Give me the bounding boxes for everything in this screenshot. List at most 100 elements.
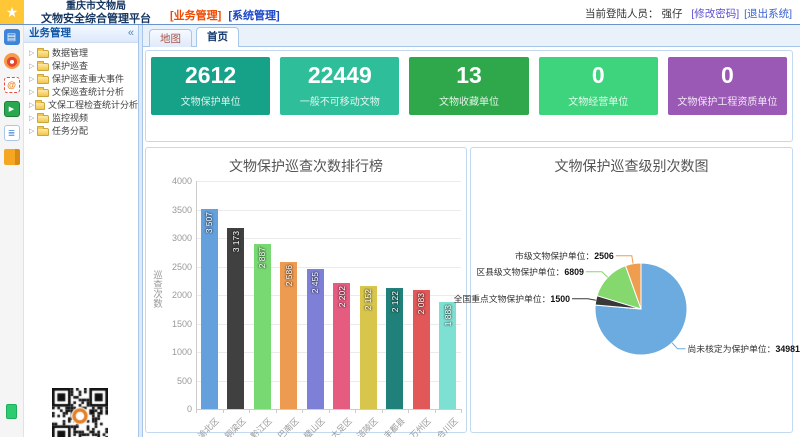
x-tick-mark bbox=[302, 409, 303, 413]
bar-value-label: 3 507 bbox=[204, 212, 214, 233]
bar-value-label: 2 083 bbox=[416, 293, 426, 314]
tree-item-label: 文保工程检查统计分析 bbox=[48, 99, 138, 112]
stat-card-1: 22449 一般不可移动文物 bbox=[280, 57, 399, 115]
stat-card-3: 0文物经营单位 bbox=[539, 57, 658, 115]
bar-涪陵区: 2 152 bbox=[360, 286, 377, 409]
app-logo: ★ bbox=[0, 0, 24, 24]
stat-label: 文物收藏单位 bbox=[409, 93, 528, 108]
weibo-icon[interactable] bbox=[4, 53, 20, 69]
tree-expander-icon[interactable]: ▷ bbox=[29, 47, 37, 60]
pie-chart: 尚未核定为保护单位：34981全国重点文物保护单位：1500区县级文物保护单位：… bbox=[471, 148, 794, 434]
folder-icon bbox=[35, 102, 45, 110]
user-info: 当前登陆人员： 强仔 [修改密码] [退出系统] bbox=[585, 6, 792, 21]
sidebar-item-2[interactable]: ▷ 保护巡查重大事件 bbox=[29, 73, 138, 86]
y-axis-tick: 0 bbox=[154, 404, 192, 414]
page-title: 文物安全综合管理平台 bbox=[28, 14, 164, 25]
bar-大足区: 2 202 bbox=[333, 283, 350, 409]
video-icon[interactable]: ▶ bbox=[4, 101, 20, 117]
stat-card-0: 2612文物保护单位 bbox=[151, 57, 270, 115]
bar-璧山区: 2 455 bbox=[307, 269, 324, 409]
stat-value: 22449 bbox=[280, 62, 399, 90]
x-tick-mark bbox=[196, 409, 197, 413]
y-axis-tick: 2000 bbox=[154, 290, 192, 300]
stat-label: 一般不可移动文物 bbox=[280, 93, 399, 108]
bar-value-label: 2 202 bbox=[337, 286, 347, 307]
tree-expander-icon[interactable]: ▷ bbox=[29, 125, 37, 138]
bar-value-label: 2 887 bbox=[257, 247, 267, 268]
sidebar-item-1[interactable]: ▷ 保护巡查 bbox=[29, 60, 138, 73]
gridline bbox=[196, 210, 461, 211]
pie-label: 尚未核定为保护单位：34981 bbox=[688, 343, 800, 354]
logout-link[interactable]: [退出系统] bbox=[744, 8, 792, 20]
sidebar-item-0[interactable]: ▷数据管理 bbox=[29, 47, 138, 60]
pie-label: 全国重点文物保护单位：1500 bbox=[454, 293, 570, 304]
pie-leader-line bbox=[616, 256, 633, 264]
bar-巴南区: 2 586 bbox=[280, 262, 297, 409]
bar-chart: 050010001500200025003000350040003 507渝北区… bbox=[146, 148, 466, 432]
y-axis-line bbox=[196, 181, 197, 409]
at-icon[interactable]: @ bbox=[4, 77, 20, 93]
gridline bbox=[196, 181, 461, 182]
menu-business-management[interactable]: [业务管理] bbox=[170, 10, 221, 22]
sidebar-item-5[interactable]: ▷监控视频 bbox=[29, 112, 138, 125]
tree-item-label: 任务分配 bbox=[52, 125, 88, 138]
bar-合川区: 1 883 bbox=[439, 302, 456, 409]
sidebar-title: 业务管理 bbox=[29, 27, 71, 39]
collapse-sidebar-button[interactable]: « bbox=[128, 25, 134, 42]
icon-strip: ▤ @ ▶ ≣ bbox=[0, 25, 24, 437]
folder-icon bbox=[37, 128, 49, 136]
pie-chart-panel: 文物保护巡查级别次数图 尚未核定为保护单位：34981全国重点文物保护单位：15… bbox=[470, 147, 793, 433]
document-icon[interactable]: ≣ bbox=[4, 125, 20, 141]
x-axis-label: 渝北区 bbox=[171, 415, 222, 437]
current-user-label: 当前登陆人员： bbox=[585, 8, 659, 20]
stat-card-2: 13文物收藏单位 bbox=[409, 57, 528, 115]
tree-expander-icon[interactable]: ▷ bbox=[29, 86, 37, 99]
change-password-link[interactable]: [修改密码] bbox=[691, 8, 739, 20]
bar-value-label: 1 883 bbox=[443, 305, 453, 326]
pie-label: 区县级文物保护单位：6809 bbox=[476, 266, 584, 277]
y-axis-tick: 1000 bbox=[154, 347, 192, 357]
stat-value: 0 bbox=[668, 62, 787, 90]
nav-tree: ▷数据管理▷保护巡查▷保护巡查重大事件▷文保巡查统计分析▷文保工程检查统计分析▷… bbox=[24, 43, 138, 138]
layout-icon[interactable]: ▤ bbox=[4, 29, 20, 45]
tab-bar: 地图首页 bbox=[143, 25, 800, 47]
tree-expander-icon[interactable]: ▷ bbox=[29, 60, 37, 73]
x-tick-mark bbox=[329, 409, 330, 413]
bar-渝北区: 3 507 bbox=[201, 209, 218, 409]
sidebar-header: 业务管理 « bbox=[24, 25, 138, 43]
sidebar-item-3[interactable]: ▷文保巡查统计分析 bbox=[29, 86, 138, 99]
stats-panel: 2612文物保护单位22449一般不可移动文物13文物收藏单位0文物经营单位0文… bbox=[145, 50, 793, 142]
tab-map[interactable]: 地图 bbox=[149, 29, 192, 47]
folder-icon bbox=[37, 89, 49, 97]
battery-icon[interactable] bbox=[6, 404, 17, 419]
x-tick-mark bbox=[408, 409, 409, 413]
bar-value-label: 2 122 bbox=[390, 291, 400, 312]
tree-item-label: 保护巡查 bbox=[52, 60, 88, 73]
menu-system-management[interactable]: [系统管理] bbox=[228, 10, 279, 22]
bar-value-label: 2 455 bbox=[310, 272, 320, 293]
folder-icon bbox=[37, 50, 49, 58]
x-tick-mark bbox=[355, 409, 356, 413]
stat-value: 0 bbox=[539, 62, 658, 90]
y-axis-tick: 500 bbox=[154, 376, 192, 386]
tree-expander-icon[interactable]: ▷ bbox=[29, 73, 37, 86]
stats-row: 2612文物保护单位22449一般不可移动文物13文物收藏单位0文物经营单位0文… bbox=[146, 51, 792, 121]
star-icon: ★ bbox=[6, 4, 19, 21]
y-axis-tick: 1500 bbox=[154, 319, 192, 329]
tree-item-label: 保护巡查重大事件 bbox=[52, 73, 124, 86]
y-axis-tick: 3000 bbox=[154, 233, 192, 243]
org-name: 重庆市文物局 bbox=[28, 2, 164, 12]
main-area: 地图首页 2612文物保护单位 22449 一般不可移动文物 13文物收藏单位0文物经… bbox=[143, 25, 800, 437]
sidebar-item-4[interactable]: ▷文保工程检查统计分析 bbox=[29, 99, 138, 112]
stat-value: 2612 bbox=[151, 62, 270, 90]
bar-value-label: 2 586 bbox=[284, 265, 294, 286]
sidebar-item-6[interactable]: ▷ 任务分配 bbox=[29, 125, 138, 138]
notebook-icon[interactable] bbox=[4, 149, 20, 165]
x-tick-mark bbox=[435, 409, 436, 413]
folder-icon bbox=[37, 115, 49, 123]
folder-icon bbox=[37, 63, 49, 71]
tab-home[interactable]: 首页 bbox=[196, 27, 239, 47]
folder-icon bbox=[37, 76, 49, 84]
x-tick-mark bbox=[461, 409, 462, 413]
tree-expander-icon[interactable]: ▷ bbox=[29, 112, 37, 125]
